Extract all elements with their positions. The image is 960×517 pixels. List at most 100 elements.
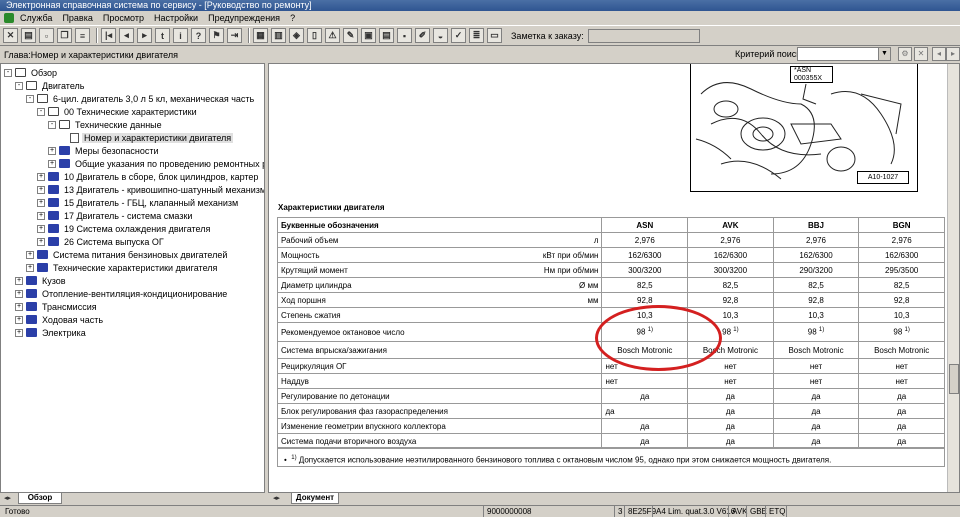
value-cell: да — [687, 403, 774, 419]
tree-item[interactable]: +17 Двигатель - система смазки — [37, 209, 194, 222]
search-criteria-select[interactable]: ▼ — [797, 47, 891, 61]
order-note-field[interactable] — [587, 28, 700, 43]
expand-icon[interactable]: + — [48, 159, 56, 168]
notes-icon[interactable]: ≡ — [75, 28, 90, 43]
expand-icon[interactable]: + — [37, 224, 45, 233]
expand-icon[interactable]: + — [37, 237, 45, 246]
document-list-icon[interactable]: ≣ — [469, 28, 484, 43]
status-engine: AVK — [728, 506, 747, 517]
value-cell: 300/3200 — [687, 262, 774, 278]
search-clear-icon[interactable]: ✕ — [914, 47, 928, 61]
warning-icon[interactable]: ⚠ — [325, 28, 340, 43]
table-icon[interactable]: ▥ — [271, 28, 286, 43]
new-document-icon[interactable]: ▫ — [39, 28, 54, 43]
forward-icon[interactable]: ▸ — [137, 28, 152, 43]
tree-item[interactable]: - 00 Технические характеристики — [37, 105, 199, 118]
tools2-icon[interactable]: ✎ — [343, 28, 358, 43]
menu-view[interactable]: Просмотр — [103, 13, 144, 23]
expand-icon[interactable]: + — [15, 315, 23, 324]
image-icon[interactable]: ▦ — [253, 28, 268, 43]
book-icon — [48, 211, 59, 220]
scrollbar-thumb[interactable] — [949, 364, 959, 394]
tree-item[interactable]: +26 Система выпуска ОГ — [37, 235, 166, 248]
open-book-icon — [15, 68, 26, 77]
car-icon[interactable]: ◒ — [433, 28, 448, 43]
expand-icon[interactable]: + — [15, 276, 23, 285]
tree-item[interactable]: + Меры безопасности — [48, 144, 160, 157]
flag-icon[interactable]: ⚑ — [209, 28, 224, 43]
param-cell: Изменение геометрии впускного коллектора — [277, 418, 517, 434]
tree-item[interactable]: + Общие указания по проведению ремонтных … — [48, 157, 264, 170]
tree-item[interactable]: - Двигатель — [15, 79, 86, 92]
help-icon[interactable]: ? — [191, 28, 206, 43]
collapse-icon[interactable]: - — [4, 68, 12, 77]
expand-icon[interactable]: + — [15, 328, 23, 337]
collapse-icon[interactable]: - — [26, 94, 34, 103]
tree-item[interactable]: + Система питания бензиновых двигателей — [26, 248, 229, 261]
page-edit-icon[interactable]: ▭ — [487, 28, 502, 43]
expand-icon[interactable]: + — [48, 146, 56, 155]
tree-item[interactable]: Номер и характеристики двигателя — [59, 131, 234, 144]
edit-icon[interactable]: ✐ — [415, 28, 430, 43]
nav-left-icon[interactable]: ◂ — [932, 47, 946, 61]
expand-icon[interactable]: + — [15, 289, 23, 298]
tree-item[interactable]: + Трансмиссия — [15, 300, 99, 313]
tab-scroll-left-icon[interactable]: ◂▸ — [4, 494, 11, 502]
value-text: Bosch Motronic — [788, 345, 844, 355]
document-icon[interactable]: ▯ — [307, 28, 322, 43]
search-options-icon[interactable]: ⚙ — [898, 47, 912, 61]
tree-item[interactable]: - Технические данные — [48, 118, 164, 131]
info-icon[interactable]: i — [173, 28, 188, 43]
value-cell: 162/6300 — [687, 247, 774, 263]
text-icon[interactable]: t — [155, 28, 170, 43]
vertical-scrollbar[interactable] — [947, 64, 959, 492]
tab-overview[interactable]: Обзор — [18, 493, 62, 504]
expand-icon[interactable]: + — [26, 250, 34, 259]
collapse-icon[interactable]: - — [48, 120, 56, 129]
tree-item[interactable]: +15 Двигатель - ГБЦ, клапанный механизм — [37, 196, 240, 209]
nav-right-icon[interactable]: ▸ — [946, 47, 960, 61]
first-page-icon[interactable]: |◂ — [101, 28, 116, 43]
pdf-icon[interactable]: ▤ — [379, 28, 394, 43]
tools-icon[interactable]: ✕ — [3, 28, 18, 43]
copy-icon[interactable]: ❐ — [57, 28, 72, 43]
tab-document[interactable]: Документ — [291, 493, 339, 504]
tree-item[interactable]: - Обзор — [4, 66, 59, 79]
collapse-icon[interactable]: - — [15, 81, 23, 90]
expand-icon[interactable]: + — [37, 198, 45, 207]
menu-help[interactable]: ? — [290, 13, 295, 23]
expand-icon[interactable]: + — [26, 263, 34, 272]
tree-item[interactable]: +13 Двигатель - кривошипно-шатунный меха… — [37, 183, 264, 196]
tree-item[interactable]: + Ходовая часть — [15, 313, 105, 326]
expand-icon[interactable]: + — [37, 211, 45, 220]
value-text: 82,5 — [893, 280, 910, 290]
tree-item[interactable]: + Отопление-вентиляция-кондиционирование — [15, 287, 229, 300]
tree-item[interactable]: + Кузов — [15, 274, 68, 287]
tree-item-label: Кузов — [42, 275, 66, 286]
document-check-icon[interactable]: ✓ — [451, 28, 466, 43]
tree-item[interactable]: - 6-цил. двигатель 3,0 л 5 кл, механическ… — [26, 92, 256, 105]
disk-icon[interactable]: ▪ — [397, 28, 412, 43]
exit-icon[interactable]: ⇥ — [227, 28, 242, 43]
tree-item[interactable]: + Технические характеристики двигателя — [26, 261, 219, 274]
back-icon[interactable]: ◂ — [119, 28, 134, 43]
tree-item[interactable]: +10 Двигатель в сборе, блок цилиндров, к… — [37, 170, 260, 183]
menu-warnings[interactable]: Предупреждения — [208, 13, 280, 23]
print-icon[interactable]: ▤ — [21, 28, 36, 43]
value-text: да — [605, 406, 615, 416]
expand-icon[interactable]: + — [37, 172, 45, 181]
tree-item[interactable]: +19 Система охлаждения двигателя — [37, 222, 212, 235]
expand-icon[interactable]: + — [37, 185, 45, 194]
tab-scroll-doc-icon[interactable]: ◂▸ — [273, 494, 280, 502]
collapse-icon[interactable]: - — [37, 107, 45, 116]
tree-item[interactable]: + Электрика — [15, 326, 88, 339]
menu-edit[interactable]: Правка — [62, 13, 92, 23]
expand-icon[interactable]: + — [15, 302, 23, 311]
clipboard-icon[interactable]: ▣ — [361, 28, 376, 43]
menu-service[interactable]: Служба — [20, 13, 52, 23]
menu-settings[interactable]: Настройки — [154, 13, 198, 23]
param-cell: Наддув — [277, 373, 517, 389]
chevron-down-icon[interactable]: ▼ — [878, 48, 890, 60]
app-icon — [4, 13, 14, 23]
settings-icon[interactable]: ◈ — [289, 28, 304, 43]
